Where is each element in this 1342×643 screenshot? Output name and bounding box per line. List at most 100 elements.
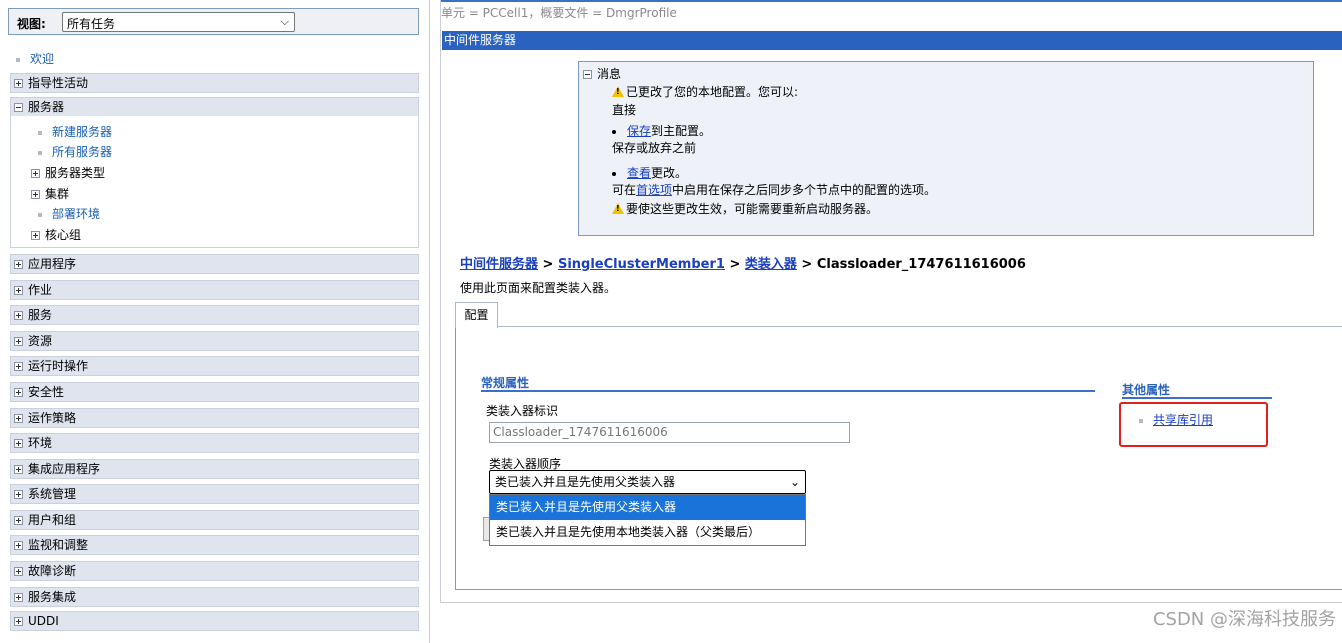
nav-category-applications[interactable]: 应用程序 bbox=[10, 254, 419, 274]
nav-category-resources[interactable]: 资源 bbox=[10, 331, 419, 351]
expand-icon bbox=[14, 593, 23, 602]
expand-icon bbox=[14, 439, 23, 448]
bullet-icon bbox=[612, 129, 616, 134]
bullet-icon bbox=[38, 212, 42, 217]
view-select[interactable]: 所有任务 ⌵ bbox=[62, 12, 295, 32]
message-text: 中启用在保存之后同步多个节点中的配置的选项。 bbox=[672, 183, 937, 197]
bullet-icon bbox=[38, 130, 42, 135]
shared-library-item: 共享库引用 bbox=[1139, 411, 1213, 428]
additional-properties-heading: 其他属性 bbox=[1122, 381, 1272, 399]
expand-icon bbox=[31, 169, 40, 178]
breadcrumb-cluster-member[interactable]: SingleClusterMember1 bbox=[558, 257, 725, 272]
nav-category-guided-activities[interactable]: 指导性活动 bbox=[10, 73, 419, 93]
breadcrumb-middleware-servers[interactable]: 中间件服务器 bbox=[460, 257, 538, 272]
breadcrumb-separator: > bbox=[538, 257, 558, 272]
warning-icon bbox=[612, 203, 624, 214]
expand-icon bbox=[14, 567, 23, 576]
servers-subtree: 新建服务器 所有服务器 服务器类型 集群 部署环境 核心组 bbox=[10, 116, 419, 248]
messages-panel: 消息 已更改了您的本地配置。您可以: 直接 保存到主配置。 保存或放弃之前 查看… bbox=[578, 61, 1314, 236]
message-text: 已更改了您的本地配置。您可以: bbox=[626, 85, 799, 99]
nav-item-all-servers[interactable]: 所有服务器 bbox=[38, 143, 112, 160]
nav-item-label: 所有服务器 bbox=[52, 145, 113, 159]
order-option-parent-last[interactable]: 类已装入并且是先使用本地类装入器（父类最后） bbox=[490, 520, 805, 545]
nav-item-server-types[interactable]: 服务器类型 bbox=[31, 164, 105, 181]
review-link[interactable]: 查看 bbox=[627, 166, 651, 180]
message-review: 查看更改。 bbox=[612, 164, 687, 181]
bullet-icon bbox=[38, 150, 42, 155]
nav-welcome[interactable]: 欢迎 bbox=[16, 50, 54, 67]
nav-item-deploy-env[interactable]: 部署环境 bbox=[38, 205, 100, 222]
nav-category-label: 指导性活动 bbox=[28, 76, 89, 90]
config-content-box bbox=[455, 327, 1342, 590]
message-preferences: 可在首选项中启用在保存之后同步多个节点中的配置的选项。 bbox=[612, 181, 936, 198]
nav-category-runtime-ops[interactable]: 运行时操作 bbox=[10, 356, 419, 376]
expand-icon bbox=[31, 190, 40, 199]
expand-icon bbox=[14, 79, 23, 88]
nav-category-service-integration[interactable]: 服务集成 bbox=[10, 587, 419, 607]
nav-category-system-admin[interactable]: 系统管理 bbox=[10, 484, 419, 504]
nav-category-label: 运行时操作 bbox=[28, 359, 89, 373]
nav-category-uddi[interactable]: UDDI bbox=[10, 611, 419, 631]
expand-icon bbox=[14, 362, 23, 371]
nav-category-label: 服务 bbox=[28, 308, 53, 322]
expand-icon bbox=[14, 490, 23, 499]
expand-icon bbox=[14, 337, 23, 346]
classloader-id-field: Classloader_1747611616006 bbox=[489, 422, 850, 443]
page-title-bar: 中间件服务器 bbox=[442, 31, 1342, 50]
message-text: 更改。 bbox=[651, 166, 688, 180]
warning-icon bbox=[612, 86, 624, 97]
nav-category-environment[interactable]: 环境 bbox=[10, 433, 419, 453]
nav-category-troubleshooting[interactable]: 故障诊断 bbox=[10, 561, 419, 581]
nav-category-label: 资源 bbox=[28, 334, 53, 348]
nav-item-core-groups[interactable]: 核心组 bbox=[31, 226, 81, 243]
view-label: 视图: bbox=[17, 17, 46, 31]
nav-category-servers[interactable]: 服务器 bbox=[10, 97, 419, 117]
message-text: 可在 bbox=[612, 183, 637, 197]
nav-item-new-server[interactable]: 新建服务器 bbox=[38, 123, 112, 140]
welcome-link[interactable]: 欢迎 bbox=[30, 52, 54, 66]
message-before: 保存或放弃之前 bbox=[612, 141, 697, 155]
nav-category-label: 用户和组 bbox=[28, 513, 77, 527]
breadcrumb-classloaders[interactable]: 类装入器 bbox=[745, 257, 797, 272]
messages-title: 消息 bbox=[597, 67, 622, 81]
expand-icon bbox=[14, 388, 23, 397]
order-option-parent-first[interactable]: 类已装入并且是先使用父类装入器 bbox=[490, 495, 805, 520]
nav-category-label: 服务集成 bbox=[28, 590, 77, 604]
nav-item-label: 新建服务器 bbox=[52, 125, 113, 139]
preferences-link[interactable]: 首选项 bbox=[636, 183, 672, 197]
expand-icon bbox=[14, 617, 23, 626]
bullet-icon bbox=[612, 171, 616, 176]
nav-category-security[interactable]: 安全性 bbox=[10, 382, 419, 402]
save-link[interactable]: 保存 bbox=[627, 124, 651, 138]
chevron-down-icon: ⌄ bbox=[789, 475, 800, 489]
classloader-order-select[interactable]: 类已装入并且是先使用父类装入器 ⌄ bbox=[489, 470, 806, 494]
nav-category-services[interactable]: 服务 bbox=[10, 305, 419, 325]
nav-category-integration-apps[interactable]: 集成应用程序 bbox=[10, 459, 419, 479]
message-save: 保存到主配置。 bbox=[612, 122, 711, 139]
messages-header[interactable]: 消息 bbox=[583, 65, 621, 82]
collapse-icon bbox=[583, 70, 592, 79]
nav-item-label: 服务器类型 bbox=[45, 166, 106, 180]
nav-category-label: 集成应用程序 bbox=[28, 462, 101, 476]
breadcrumb-separator: > bbox=[724, 257, 745, 272]
navigation-pane: 视图: 所有任务 ⌵ 欢迎 指导性活动 服务器 新建服务器 所有服务器 服务器类… bbox=[0, 0, 430, 643]
nav-category-label: 环境 bbox=[28, 436, 53, 450]
breadcrumb: 中间件服务器 > SingleClusterMember1 > 类装入器 > C… bbox=[460, 253, 1026, 272]
classloader-id-label: 类装入器标识 bbox=[486, 404, 559, 418]
nav-item-clusters[interactable]: 集群 bbox=[31, 185, 69, 202]
nav-item-label: 部署环境 bbox=[52, 207, 101, 221]
page-title: 中间件服务器 bbox=[444, 33, 517, 47]
cell-profile-info: 单元 = PCCell1，概要文件 = DmgrProfile bbox=[441, 6, 677, 20]
nav-category-operational-policies[interactable]: 运作策略 bbox=[10, 408, 419, 428]
nav-category-label: 作业 bbox=[28, 283, 53, 297]
breadcrumb-current: Classloader_1747611616006 bbox=[816, 257, 1026, 272]
tab-configuration[interactable]: 配置 bbox=[455, 302, 498, 328]
breadcrumb-separator: > bbox=[796, 257, 817, 272]
nav-category-monitoring[interactable]: 监视和调整 bbox=[10, 535, 419, 555]
classloader-order-dropdown: 类已装入并且是先使用父类装入器 类已装入并且是先使用本地类装入器（父类最后） bbox=[489, 494, 806, 546]
nav-category-users-groups[interactable]: 用户和组 bbox=[10, 510, 419, 530]
expand-icon bbox=[31, 231, 40, 240]
shared-library-references-link[interactable]: 共享库引用 bbox=[1153, 413, 1213, 427]
nav-category-jobs[interactable]: 作业 bbox=[10, 280, 419, 300]
nav-item-label: 核心组 bbox=[45, 228, 82, 242]
